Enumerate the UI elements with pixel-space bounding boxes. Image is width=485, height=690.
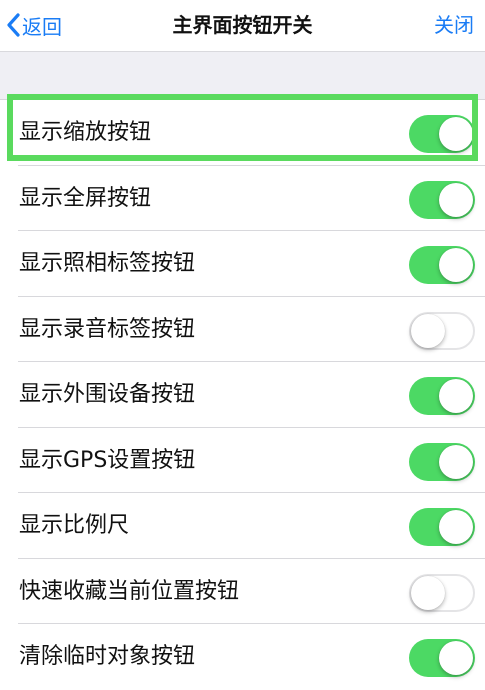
setting-label: 清除临时对象按钮 <box>19 644 196 669</box>
back-label: 返回 <box>22 14 62 39</box>
zoom-button-toggle[interactable] <box>409 115 475 153</box>
setting-row-audio-tag-button: 显示录音标签按钮 <box>0 297 485 363</box>
settings-list: 显示缩放按钮 显示全屏按钮 显示照相标签按钮 显示录音标签按钮 显示外围设备按钮… <box>0 100 485 690</box>
setting-label: 显示全屏按钮 <box>19 185 152 211</box>
setting-row-scale-bar: 显示比例尺 <box>0 493 485 559</box>
chevron-left-icon <box>6 13 20 37</box>
setting-row-peripheral-button: 显示外围设备按钮 <box>0 362 485 428</box>
setting-row-clear-temp-objects-button: 清除临时对象按钮 <box>0 624 485 690</box>
setting-label: 显示缩放按钮 <box>19 120 152 145</box>
setting-row-gps-settings-button: 显示GPS设置按钮 <box>0 428 485 494</box>
toggle-knob <box>439 510 473 544</box>
toggle-knob <box>411 575 445 610</box>
setting-label: 显示外围设备按钮 <box>19 382 196 407</box>
setting-label: 显示照相标签按钮 <box>19 251 196 276</box>
clear-temp-objects-button-toggle[interactable] <box>409 639 475 677</box>
setting-label: 显示GPS设置按钮 <box>19 447 196 473</box>
page-title: 主界面按钮开关 <box>172 13 313 37</box>
gps-settings-button-toggle[interactable] <box>409 442 475 481</box>
peripheral-button-toggle[interactable] <box>409 377 475 415</box>
navigation-bar: 返回 主界面按钮开关 关闭 <box>0 0 485 52</box>
camera-tag-button-toggle[interactable] <box>409 246 475 284</box>
audio-tag-button-toggle[interactable] <box>409 311 475 350</box>
section-gap <box>0 52 485 100</box>
setting-row-fullscreen-button: 显示全屏按钮 <box>0 166 485 232</box>
toggle-knob <box>439 117 473 151</box>
setting-row-camera-tag-button: 显示照相标签按钮 <box>0 231 485 297</box>
scale-bar-toggle[interactable] <box>409 508 475 546</box>
back-button[interactable]: 返回 <box>6 8 62 42</box>
setting-label: 显示比例尺 <box>19 513 130 538</box>
setting-label: 显示录音标签按钮 <box>19 316 196 342</box>
toggle-knob <box>439 641 473 675</box>
setting-row-quick-favorite-button: 快速收藏当前位置按钮 <box>0 559 485 625</box>
close-button[interactable]: 关闭 <box>434 0 474 52</box>
setting-row-zoom-button: 显示缩放按钮 <box>0 100 485 166</box>
toggle-knob <box>411 313 445 348</box>
fullscreen-button-toggle[interactable] <box>409 180 475 219</box>
toggle-knob <box>439 379 473 413</box>
setting-label: 快速收藏当前位置按钮 <box>19 578 240 604</box>
toggle-knob <box>439 248 473 282</box>
toggle-knob <box>439 182 473 217</box>
quick-favorite-button-toggle[interactable] <box>409 573 475 612</box>
toggle-knob <box>439 444 473 479</box>
